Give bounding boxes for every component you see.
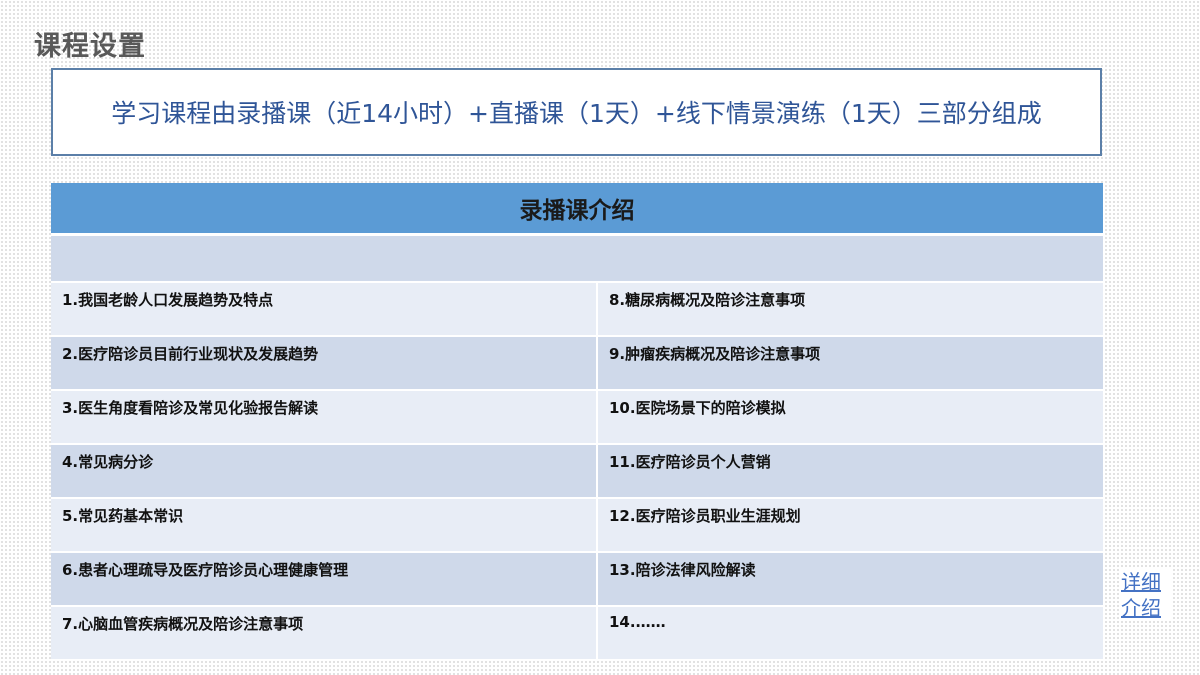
table-row: 7.心脑血管疾病概况及陪诊注意事项 14.…… bbox=[51, 607, 1103, 661]
table-row: 6.患者心理疏导及医疗陪诊员心理健康管理 13.陪诊法律风险解读 bbox=[51, 553, 1103, 607]
detail-link[interactable]: 详细介绍 bbox=[1121, 569, 1171, 621]
course-item: 12.医疗陪诊员职业生涯规划 bbox=[598, 499, 1103, 553]
course-item: 9.肿瘤疾病概况及陪诊注意事项 bbox=[598, 337, 1103, 391]
table-row: 4.常见病分诊 11.医疗陪诊员个人营销 bbox=[51, 445, 1103, 499]
course-item: 10.医院场景下的陪诊模拟 bbox=[598, 391, 1103, 445]
table-header-row: 录播课介绍 bbox=[51, 183, 1103, 236]
course-item: 1.我国老龄人口发展趋势及特点 bbox=[51, 283, 598, 337]
blank-cell bbox=[51, 236, 1103, 283]
table-row: 1.我国老龄人口发展趋势及特点 8.糖尿病概况及陪诊注意事项 bbox=[51, 283, 1103, 337]
summary-text: 学习课程由录播课（近14小时）+直播课（1天）+线下情景演练（1天）三部分组成 bbox=[111, 99, 1042, 128]
course-item: 6.患者心理疏导及医疗陪诊员心理健康管理 bbox=[51, 553, 598, 607]
table-row: 2.医疗陪诊员目前行业现状及发展趋势 9.肿瘤疾病概况及陪诊注意事项 bbox=[51, 337, 1103, 391]
course-item: 8.糖尿病概况及陪诊注意事项 bbox=[598, 283, 1103, 337]
table-row: 5.常见药基本常识 12.医疗陪诊员职业生涯规划 bbox=[51, 499, 1103, 553]
course-item: 7.心脑血管疾病概况及陪诊注意事项 bbox=[51, 607, 598, 661]
summary-box: 学习课程由录播课（近14小时）+直播课（1天）+线下情景演练（1天）三部分组成 bbox=[51, 68, 1102, 156]
page-title: 课程设置 bbox=[34, 31, 146, 62]
blank-row bbox=[51, 236, 1103, 283]
course-item: 4.常见病分诊 bbox=[51, 445, 598, 499]
course-item: 3.医生角度看陪诊及常见化验报告解读 bbox=[51, 391, 598, 445]
table-row: 3.医生角度看陪诊及常见化验报告解读 10.医院场景下的陪诊模拟 bbox=[51, 391, 1103, 445]
course-item: 14.…… bbox=[598, 607, 1103, 661]
course-item: 13.陪诊法律风险解读 bbox=[598, 553, 1103, 607]
table-header: 录播课介绍 bbox=[51, 183, 1103, 236]
course-item: 2.医疗陪诊员目前行业现状及发展趋势 bbox=[51, 337, 598, 391]
course-table: 录播课介绍 1.我国老龄人口发展趋势及特点 8.糖尿病概况及陪诊注意事项 2.医… bbox=[51, 183, 1103, 661]
course-item: 5.常见药基本常识 bbox=[51, 499, 598, 553]
course-item: 11.医疗陪诊员个人营销 bbox=[598, 445, 1103, 499]
